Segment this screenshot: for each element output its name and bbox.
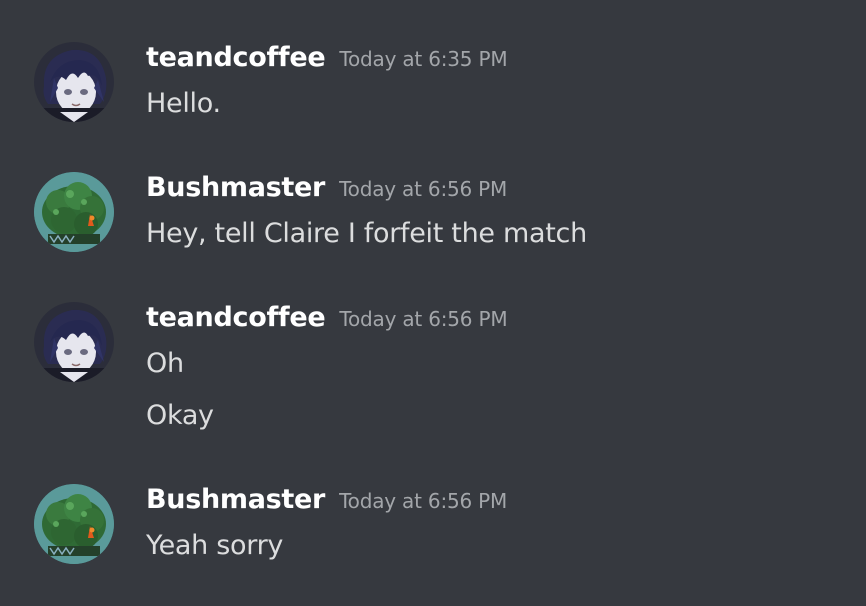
message-header: teandcoffee Today at 6:56 PM (146, 302, 508, 333)
message-header: teandcoffee Today at 6:35 PM (146, 42, 508, 73)
message-text: Hey, tell Claire I forfeit the match (146, 218, 587, 249)
bush-avatar-icon (34, 172, 114, 252)
message-text: Yeah sorry (146, 530, 284, 561)
message-text: Oh (146, 348, 184, 379)
timestamp: Today at 6:56 PM (339, 307, 508, 331)
message-header: Bushmaster Today at 6:56 PM (146, 484, 507, 515)
timestamp: Today at 6:35 PM (339, 47, 508, 71)
username[interactable]: teandcoffee (146, 302, 326, 333)
user-avatar[interactable] (34, 42, 114, 122)
message-text: Okay (146, 400, 214, 431)
anime-character-avatar-icon (34, 42, 114, 122)
username[interactable]: Bushmaster (146, 484, 325, 515)
timestamp: Today at 6:56 PM (339, 177, 508, 201)
anime-character-avatar-icon (34, 302, 114, 382)
username[interactable]: teandcoffee (146, 42, 326, 73)
bush-avatar-icon (34, 484, 114, 564)
message-header: Bushmaster Today at 6:56 PM (146, 172, 507, 203)
user-avatar[interactable] (34, 484, 114, 564)
message-text: Hello. (146, 88, 221, 119)
user-avatar[interactable] (34, 302, 114, 382)
user-avatar[interactable] (34, 172, 114, 252)
timestamp: Today at 6:56 PM (339, 489, 508, 513)
username[interactable]: Bushmaster (146, 172, 325, 203)
